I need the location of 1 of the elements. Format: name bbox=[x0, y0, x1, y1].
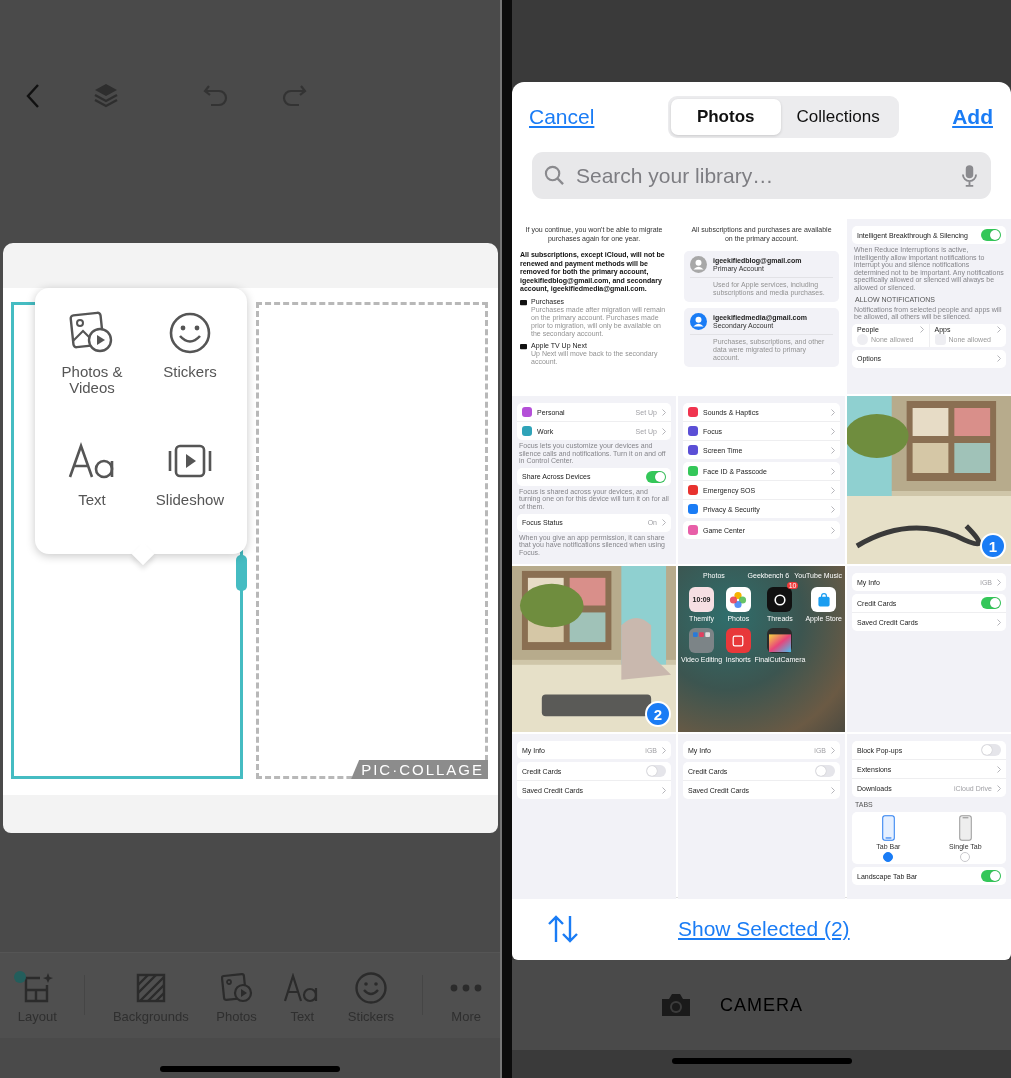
watermark: PIC·COLLAGE bbox=[351, 760, 488, 779]
